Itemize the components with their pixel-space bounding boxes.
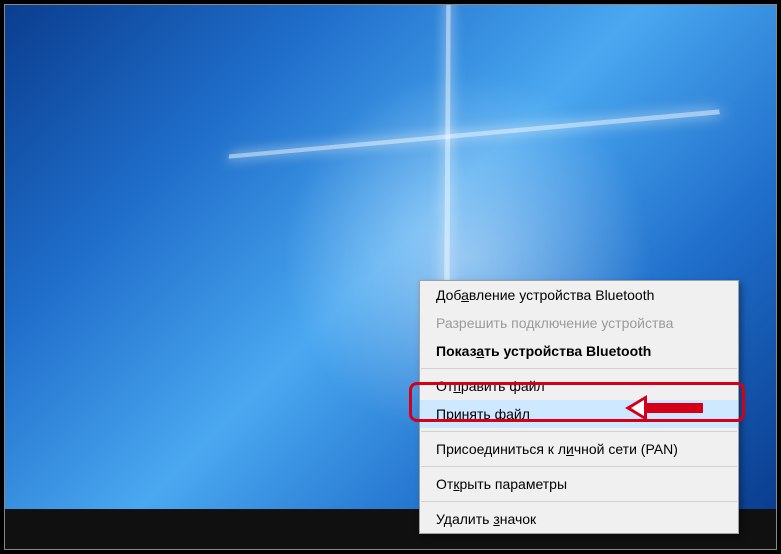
screenshot-frame: 20.06.2019 Добавление устройства Bluetoo…	[4, 4, 777, 550]
menu-item[interactable]: Отправить файл	[420, 372, 738, 400]
menu-separator	[421, 466, 737, 467]
menu-separator	[421, 368, 737, 369]
bluetooth-context-menu: Добавление устройства BluetoothРазрешить…	[419, 280, 739, 534]
menu-item[interactable]: Принять файл	[420, 400, 738, 428]
menu-item[interactable]: Показать устройства Bluetooth	[420, 337, 738, 365]
menu-item[interactable]: Удалить значок	[420, 505, 738, 533]
menu-item[interactable]: Присоединиться к личной сети (PAN)	[420, 435, 738, 463]
menu-item[interactable]: Добавление устройства Bluetooth	[420, 281, 738, 309]
menu-item[interactable]: Открыть параметры	[420, 470, 738, 498]
menu-item: Разрешить подключение устройства	[420, 309, 738, 337]
menu-separator	[421, 501, 737, 502]
menu-separator	[421, 431, 737, 432]
